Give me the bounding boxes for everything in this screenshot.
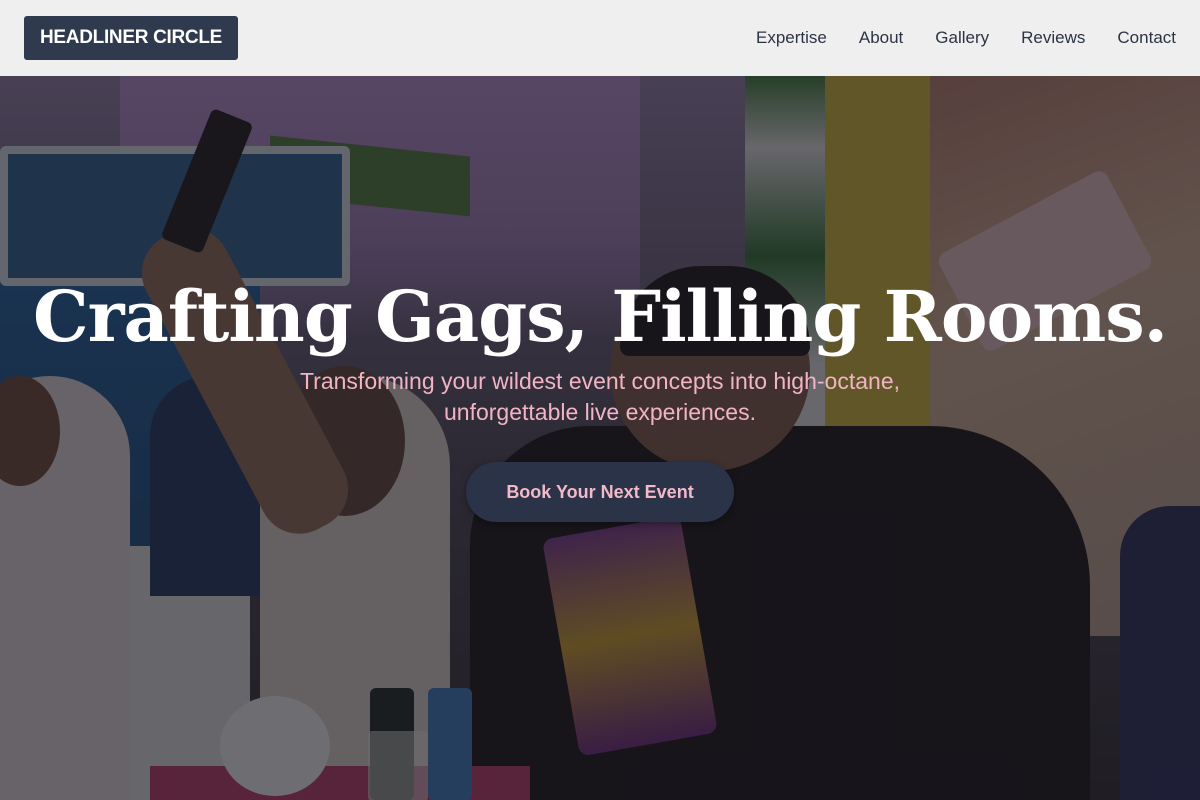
landing-page: HEADLINER CIRCLE Expertise About Gallery… (0, 0, 1200, 800)
main-nav: Expertise About Gallery Reviews Contact (756, 28, 1176, 48)
nav-link-about[interactable]: About (859, 28, 903, 48)
hero-headline: Crafting Gags, Filling Rooms. (32, 275, 1168, 358)
nav-link-expertise[interactable]: Expertise (756, 28, 827, 48)
nav-link-gallery[interactable]: Gallery (935, 28, 989, 48)
hero-subheadline: Transforming your wildest event concepts… (299, 368, 900, 425)
nav-link-contact[interactable]: Contact (1117, 28, 1176, 48)
book-event-button[interactable]: Book Your Next Event (466, 462, 734, 522)
site-logo[interactable]: HEADLINER CIRCLE (24, 16, 239, 60)
hero-section: Crafting Gags, Filling Rooms. Transformi… (0, 76, 1200, 800)
nav-link-reviews[interactable]: Reviews (1021, 28, 1085, 48)
site-header: HEADLINER CIRCLE Expertise About Gallery… (0, 0, 1200, 76)
